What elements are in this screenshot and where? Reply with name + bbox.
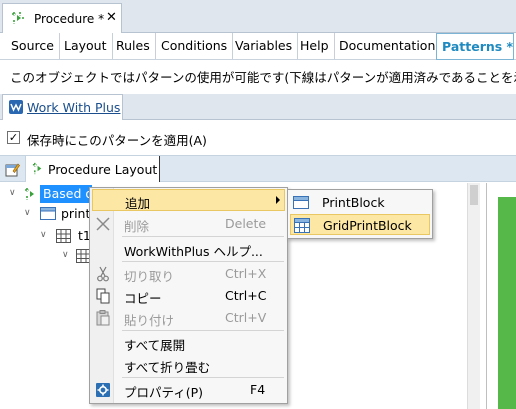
apply-on-save-row: ✓ 保存時にこのパターンを適用(A) <box>0 124 516 152</box>
tab-conditions[interactable]: Conditions <box>156 33 234 59</box>
menu-item-paste[interactable]: 貼り付け Ctrl+V <box>92 307 285 329</box>
menu-separator <box>122 236 284 237</box>
submenu-item-printblock[interactable]: PrintBlock <box>290 192 430 213</box>
submenu-item-gridprintblock[interactable]: GridPrintBlock <box>290 214 430 235</box>
editor-tab-bar: Source Layout Rules Conditions Variables… <box>0 33 516 60</box>
menu-separator <box>122 377 284 378</box>
document-tab-strip: Procedure * ✕ <box>0 0 516 33</box>
tab-work-with-plus[interactable]: Work With Plus <box>2 94 123 120</box>
menu-item-collapse-all[interactable]: すべて折り畳む <box>92 354 285 376</box>
tree-node-root[interactable]: ∨ Based o <box>0 185 100 203</box>
preview-pane <box>486 183 516 409</box>
paste-icon <box>96 310 110 326</box>
delete-x-icon <box>96 217 110 231</box>
menu-item-workwithplus-help[interactable]: WorkWithPlus ヘルプ... <box>92 238 285 260</box>
tab-procedure-layout[interactable]: Procedure Layout <box>25 156 160 182</box>
menu-item-label: すべて展開 <box>124 338 186 353</box>
edit-properties-icon[interactable] <box>5 162 20 177</box>
chevron-down-icon[interactable]: ∨ <box>9 188 19 198</box>
menu-item-label: WorkWithPlus ヘルプ... <box>124 244 263 259</box>
submenu-item-label: GridPrintBlock <box>323 218 412 233</box>
submenu-item-label: PrintBlock <box>322 195 385 210</box>
table-icon <box>56 229 71 243</box>
add-submenu: PrintBlock GridPrintBlock <box>287 189 433 239</box>
menu-item-shortcut: F4 <box>250 382 266 397</box>
menu-separator <box>122 261 284 262</box>
close-icon[interactable]: ✕ <box>106 10 117 25</box>
procedure-icon <box>12 12 24 24</box>
chevron-down-icon[interactable]: ∨ <box>62 250 72 260</box>
tree-scrollbar[interactable] <box>467 183 480 409</box>
chevron-down-icon[interactable]: ∨ <box>24 208 34 218</box>
menu-item-cut[interactable]: 切り取り Ctrl+X <box>92 263 285 285</box>
properties-icon <box>96 383 110 397</box>
copy-icon <box>96 288 110 304</box>
chevron-down-icon[interactable]: ∨ <box>40 230 50 240</box>
menu-item-label: プロパティ(P) <box>124 385 204 400</box>
document-tab-procedure[interactable]: Procedure * ✕ <box>2 3 122 33</box>
menu-item-copy[interactable]: コピー Ctrl+C <box>92 285 285 307</box>
menu-item-label: 追加 <box>125 196 151 211</box>
menu-item-label: コピー <box>124 291 162 306</box>
menu-item-expand-all[interactable]: すべて展開 <box>92 332 285 354</box>
printblock-icon <box>293 196 309 209</box>
menu-item-shortcut: Ctrl+C <box>225 288 267 303</box>
procedure-icon <box>25 188 34 200</box>
menu-item-shortcut: Ctrl+X <box>225 266 267 281</box>
pattern-tab-label: Work With Plus <box>27 100 121 115</box>
menu-item-shortcut: Delete <box>225 216 267 231</box>
menu-item-label: すべて折り畳む <box>124 360 211 375</box>
menu-item-properties[interactable]: プロパティ(P) F4 <box>92 379 285 401</box>
layout-toolbar: Procedure Layout <box>0 155 516 182</box>
menu-item-label: 切り取り <box>124 269 175 284</box>
gridprintblock-icon <box>294 218 310 233</box>
cut-icon <box>97 266 109 282</box>
tree-node-root-label: Based o <box>40 185 92 203</box>
tab-patterns[interactable]: Patterns * <box>436 33 514 60</box>
apply-on-save-checkbox[interactable]: ✓ <box>7 131 20 144</box>
layout-tab-label: Procedure Layout <box>48 162 158 177</box>
scroll-thumb[interactable] <box>470 185 478 205</box>
preview-block <box>498 197 516 409</box>
tab-documentation[interactable]: Documentation <box>334 33 442 59</box>
menu-item-label: 削除 <box>124 219 150 234</box>
tab-variables[interactable]: Variables <box>230 33 299 59</box>
tab-rules[interactable]: Rules <box>111 33 156 59</box>
document-tab-title: Procedure * <box>34 12 105 26</box>
menu-item-shortcut: Ctrl+V <box>225 310 267 325</box>
menu-item-delete[interactable]: 削除 Delete <box>92 213 285 235</box>
submenu-arrow-icon <box>276 196 280 204</box>
menu-item-label: 貼り付け <box>124 313 175 328</box>
context-menu: 追加 削除 Delete WorkWithPlus ヘルプ... 切り取り Ct… <box>89 187 288 404</box>
apply-on-save-label: 保存時にこのパターンを適用(A) <box>27 133 207 148</box>
tab-help[interactable]: Help <box>295 33 335 59</box>
menu-item-add[interactable]: 追加 <box>92 189 285 211</box>
menu-separator <box>122 330 284 331</box>
tab-source[interactable]: Source <box>6 33 60 59</box>
tab-layout[interactable]: Layout <box>59 33 113 59</box>
pattern-info-text: このオブジェクトではパターンの使用が可能です(下線はパターンが適用済みであること… <box>10 70 516 85</box>
pattern-tab-strip: Work With Plus <box>0 94 516 120</box>
tree-node-printblock-label: print <box>61 206 91 221</box>
procedure-icon <box>32 162 42 175</box>
workwithplus-icon <box>9 100 23 114</box>
printblock-icon <box>40 207 56 220</box>
